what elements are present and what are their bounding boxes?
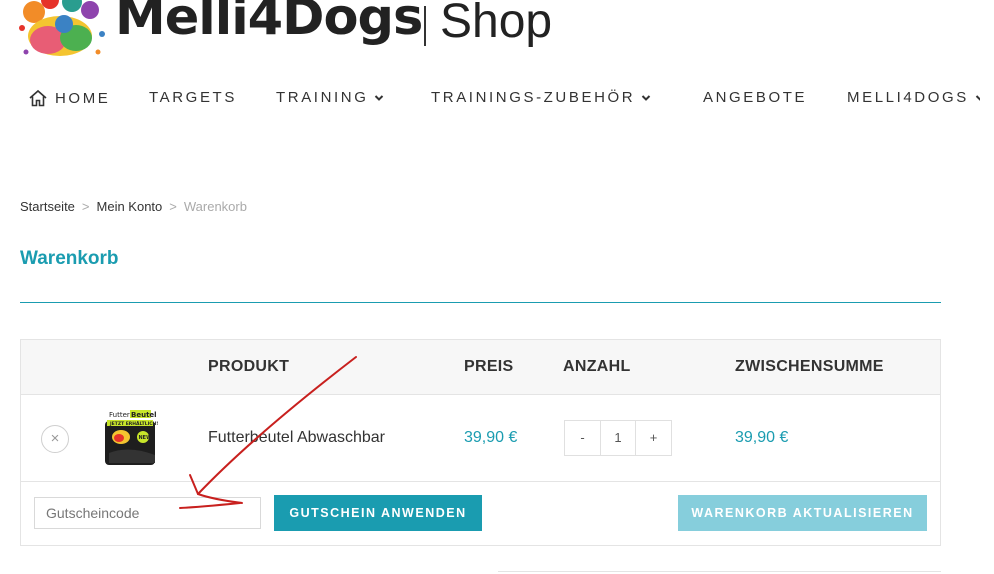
brand-divider [424, 6, 426, 46]
nav-item-training[interactable]: TRAINING [276, 89, 384, 106]
quantity-input[interactable]: 1 [600, 421, 636, 455]
breadcrumb: Startseite > Mein Konto > Warenkorb [20, 199, 247, 214]
line-subtotal: 39,90 € [735, 429, 789, 446]
nav-label-melli4dogs: MELLI4DOGS [847, 89, 969, 106]
nav-item-trainings-zubehoer[interactable]: TRAININGS-ZUBEHÖR [431, 89, 651, 106]
thumb-label-new: NEW [139, 435, 153, 441]
cart-table: PRODUKT PREIS ANZAHL ZWISCHENSUMME × Fut… [20, 339, 941, 546]
nav-label-angebote: ANGEBOTE [703, 89, 808, 106]
column-header-price: PREIS [464, 358, 514, 375]
breadcrumb-account[interactable]: Mein Konto [97, 199, 163, 214]
remove-item-button[interactable]: × [41, 425, 69, 453]
product-thumbnail[interactable]: Futter Beutel JETZT ERHÄLTLICH! NEW [99, 407, 161, 467]
nav-label-targets: TARGETS [149, 89, 237, 106]
page-title: Warenkorb [20, 248, 119, 269]
nav-item-melli4dogs[interactable]: MELLI4DOGS [847, 89, 985, 106]
nav-label-home: HOME [55, 89, 111, 107]
thumb-label-futter: Futter [109, 411, 130, 419]
brand-logo-text: Melli4Dogs [114, 0, 423, 46]
nav-label-trainings-zubehoer: TRAININGS-ZUBEHÖR [431, 89, 636, 106]
cart-table-header: PRODUKT PREIS ANZAHL ZWISCHENSUMME [21, 340, 940, 395]
apply-coupon-button[interactable]: GUTSCHEIN ANWENDEN [274, 495, 482, 531]
update-cart-button[interactable]: WARENKORB AKTUALISIEREN [678, 495, 927, 531]
quantity-increase-button[interactable]: + [636, 421, 671, 455]
home-icon [29, 89, 47, 107]
nav-item-targets[interactable]: TARGETS [149, 89, 237, 106]
column-header-product: PRODUKT [208, 358, 290, 375]
breadcrumb-current: Warenkorb [183, 199, 247, 214]
quantity-decrease-button[interactable]: - [565, 421, 600, 455]
logo [19, 0, 105, 56]
coupon-code-input[interactable] [34, 497, 261, 529]
nav-item-home[interactable]: HOME [28, 89, 110, 107]
page-scrollbar[interactable] [980, 0, 994, 574]
column-header-quantity: ANZAHL [563, 358, 631, 375]
breadcrumb-separator: > [81, 199, 90, 214]
thumb-label-beutel: Beutel [131, 411, 157, 419]
table-row: × Futter Beutel JETZT ERHÄLTLICH! NEW Fu… [21, 395, 940, 482]
thumb-label-tagline: JETZT ERHÄLTLICH! [109, 420, 158, 427]
chevron-down-icon [375, 94, 384, 101]
title-divider [20, 302, 941, 303]
nav-label-training: TRAINING [276, 89, 369, 106]
chevron-down-icon [642, 94, 651, 101]
product-price: 39,90 € [464, 429, 518, 446]
brand-shop-label: Shop [440, 0, 553, 48]
nav-item-angebote[interactable]: ANGEBOTE [703, 89, 807, 106]
product-name-link[interactable]: Futterbeutel Abwaschbar [208, 429, 385, 447]
quantity-stepper: - 1 + [564, 420, 672, 456]
breadcrumb-home[interactable]: Startseite [20, 199, 75, 214]
breadcrumb-separator: > [169, 199, 177, 214]
column-header-subtotal: ZWISCHENSUMME [735, 358, 884, 375]
